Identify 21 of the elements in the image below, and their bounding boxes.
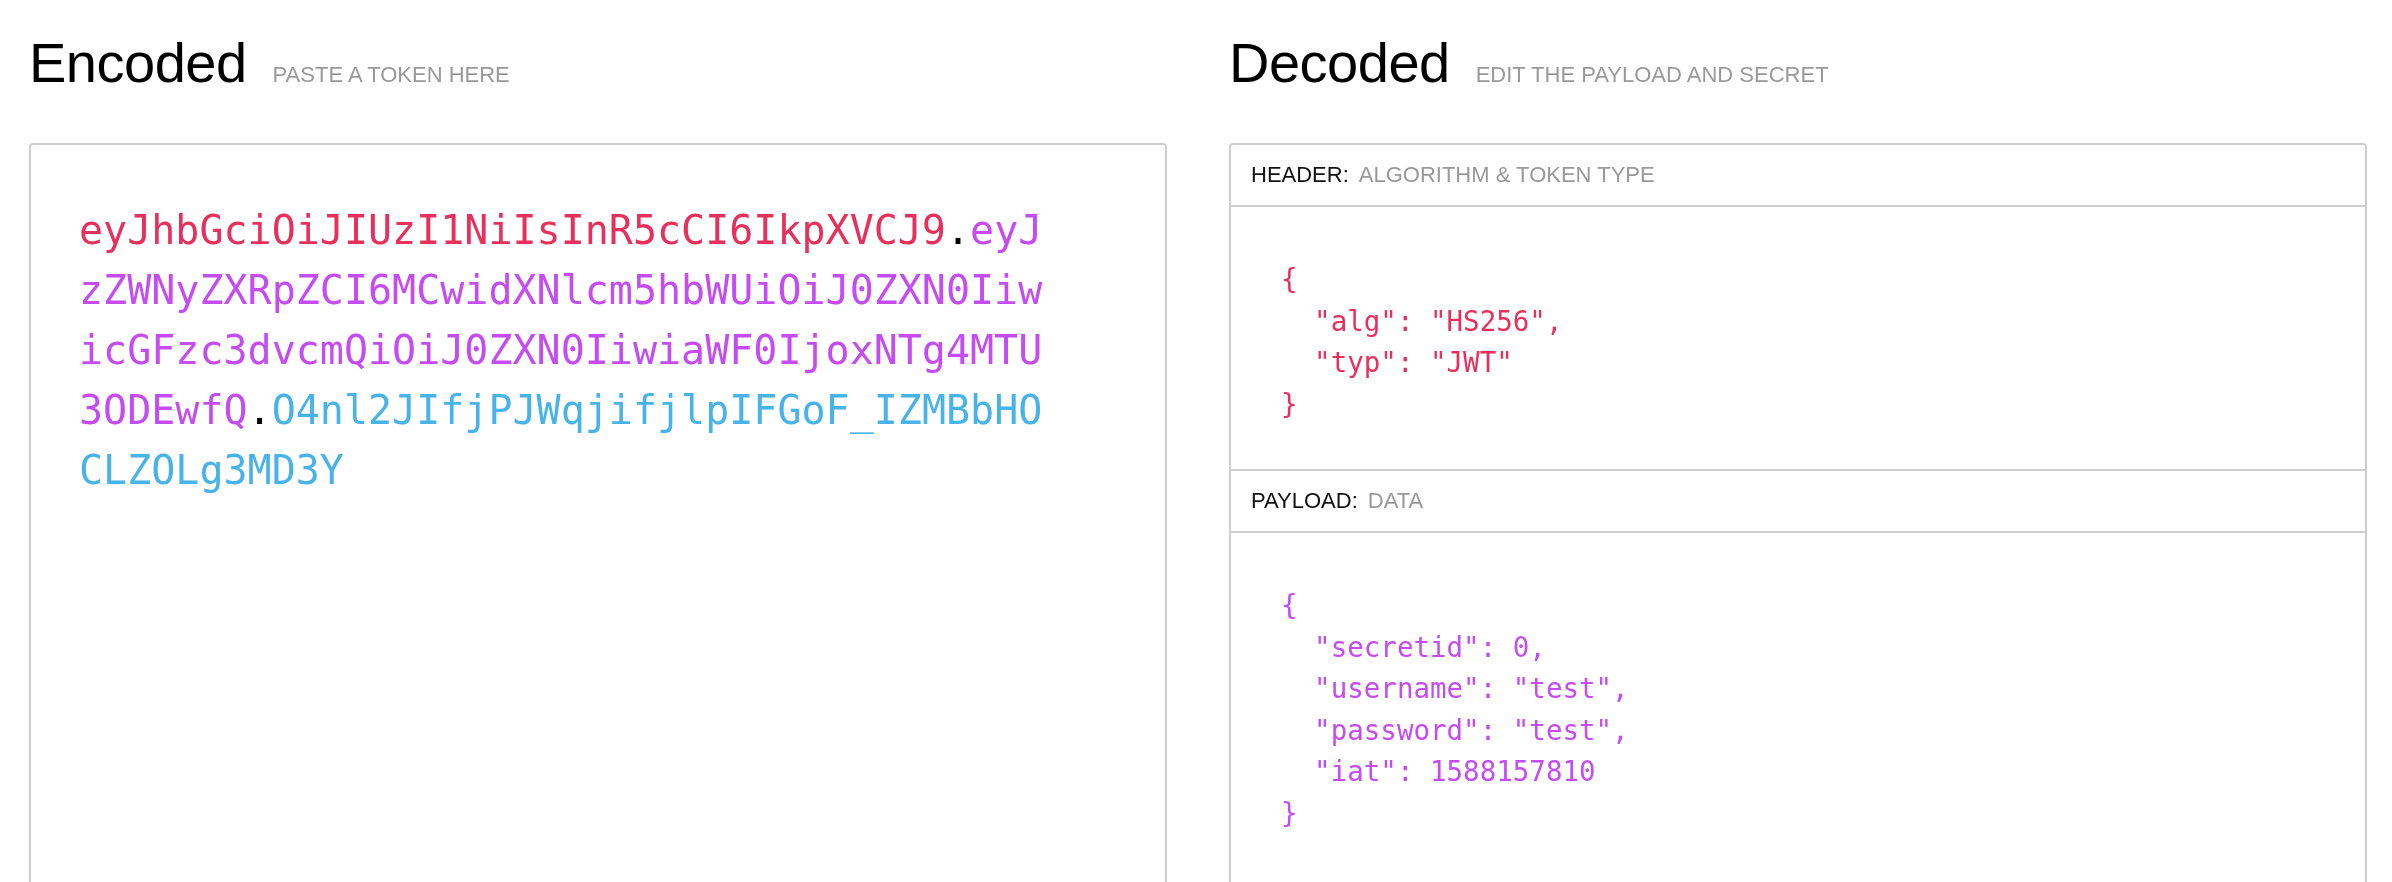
json-editor-field[interactable]: { "alg": "HS256", "typ": "JWT" } (1231, 207, 2365, 471)
code-line: { (1281, 588, 1298, 623)
section-title: Encoded (29, 35, 247, 91)
section-label: PAYLOAD: (1251, 488, 1358, 514)
title-hint: PASTE A TOKEN HERE (272, 62, 510, 88)
code-line: "alg": "HS256", (1314, 303, 1563, 339)
title-hint: EDIT THE PAYLOAD AND SECRET (1475, 62, 1829, 88)
section-title: Decoded (1229, 35, 1450, 91)
code-line: "username": "test", (1314, 671, 1629, 706)
json-editor-field[interactable]: { "secretid": 0, "username": "test", "password": "test", "iat": 1588157810 } (1231, 533, 2365, 882)
code-line: } (1281, 795, 1298, 831)
section-hint: ALGORITHM & TOKEN TYPE (1358, 162, 1655, 188)
token-input-field[interactable]: eyJhbGciOiJIUzI1NiIsInR5cCI6IkpXVCJ9.eyJzZWNyZXRpZCI6MCwidXNlcm5hbWUiOiJ0ZXN0IiwicGFzc3dvcmQiOiJ0ZXN0IiwiaWF0IjoxNTg4MTU3ODEwfQ.O4nl2JIfjPJWqjifjlpIFGoF_IZMBbHOCLZOLg3MD3Y (29, 143, 1167, 882)
code-line: "typ": "JWT" (1314, 345, 1513, 380)
section-label: HEADER: (1251, 162, 1349, 188)
code-line: { (1281, 262, 1298, 297)
section-hint: DATA (1367, 488, 1424, 514)
code-line: "secretid": 0, (1314, 629, 1546, 665)
code-line: } (1281, 386, 1298, 422)
code-line: "password": "test", (1314, 712, 1629, 748)
code-line: "iat": 1588157810 (1314, 754, 1596, 789)
